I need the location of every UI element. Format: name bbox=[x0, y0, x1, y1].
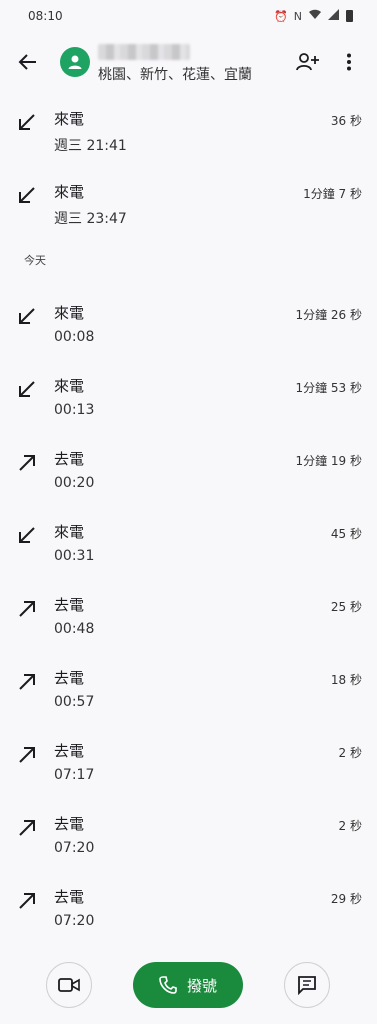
outgoing-call-icon bbox=[16, 744, 38, 766]
call-duration: 1分鐘 26 秒 bbox=[295, 308, 362, 322]
bottom-action-bar: 撥號 bbox=[0, 962, 377, 1008]
call-duration: 1分鐘 19 秒 bbox=[295, 454, 362, 468]
call-duration: 1分鐘 7 秒 bbox=[303, 187, 362, 201]
call-duration: 18 秒 bbox=[330, 673, 362, 687]
app-bar: 桃園、新竹、花蓮、宜蘭 bbox=[0, 32, 377, 92]
call-type: 去電 bbox=[54, 450, 85, 468]
call-entry[interactable]: 去電 00:48 25 秒 bbox=[0, 578, 377, 651]
add-person-icon bbox=[296, 53, 319, 71]
signal-icon bbox=[328, 9, 340, 23]
nfc-icon: N bbox=[293, 9, 302, 23]
more-vert-icon bbox=[347, 53, 351, 71]
dial-label: 撥號 bbox=[186, 976, 217, 995]
call-time: 週三 21:41 bbox=[54, 138, 127, 154]
call-duration: 29 秒 bbox=[330, 892, 362, 906]
call-time: 00:13 bbox=[54, 402, 95, 418]
call-type: 去電 bbox=[54, 815, 85, 833]
call-entry[interactable]: 去電 00:57 18 秒 bbox=[0, 651, 377, 724]
status-time: 08:10 bbox=[28, 9, 63, 23]
call-duration: 2 秒 bbox=[338, 746, 362, 760]
video-call-button[interactable] bbox=[46, 962, 92, 1008]
dial-button[interactable]: 撥號 bbox=[133, 962, 243, 1008]
call-type: 來電 bbox=[54, 304, 85, 322]
call-time: 00:08 bbox=[54, 329, 95, 345]
call-entry[interactable]: 來電 00:31 45 秒 bbox=[0, 505, 377, 578]
section-header: 今天 bbox=[0, 238, 377, 286]
call-type: 來電 bbox=[54, 377, 85, 395]
incoming-call-icon bbox=[16, 525, 38, 547]
back-button[interactable] bbox=[2, 36, 54, 88]
call-duration: 1分鐘 53 秒 bbox=[295, 381, 362, 395]
contact-info: 桃園、新竹、花蓮、宜蘭 bbox=[98, 40, 252, 84]
call-duration: 2 秒 bbox=[338, 819, 362, 833]
call-entry[interactable]: 去電 07:20 2 秒 bbox=[0, 797, 377, 870]
call-time: 07:17 bbox=[54, 767, 95, 783]
call-time: 00:57 bbox=[54, 694, 95, 710]
call-type: 來電 bbox=[54, 523, 85, 541]
call-history-list: 來電 週三 21:41 36 秒來電 週三 23:47 1分鐘 7 秒今天 來電 00:08… bbox=[0, 92, 377, 952]
outgoing-call-icon bbox=[16, 671, 38, 693]
call-time: 00:20 bbox=[54, 475, 95, 491]
wifi-icon bbox=[308, 9, 322, 23]
call-type: 去電 bbox=[54, 596, 85, 614]
call-time: 00:48 bbox=[54, 621, 95, 637]
person-icon bbox=[68, 55, 82, 69]
call-time: 07:20 bbox=[54, 840, 95, 856]
outgoing-call-icon bbox=[16, 598, 38, 620]
more-options-button[interactable] bbox=[335, 48, 363, 76]
call-entry[interactable]: 來電 00:13 1分鐘 53 秒 bbox=[0, 359, 377, 432]
contact-location: 桃園、新竹、花蓮、宜蘭 bbox=[98, 67, 252, 83]
back-arrow-icon bbox=[18, 54, 36, 70]
call-duration: 45 秒 bbox=[330, 527, 362, 541]
outgoing-call-icon bbox=[16, 817, 38, 839]
call-type: 去電 bbox=[54, 742, 85, 760]
message-button[interactable] bbox=[284, 962, 330, 1008]
avatar[interactable] bbox=[60, 47, 90, 77]
contact-name-redacted bbox=[98, 44, 190, 60]
phone-icon bbox=[159, 976, 177, 994]
call-entry[interactable]: 去電 00:20 1分鐘 19 秒 bbox=[0, 432, 377, 505]
add-contact-button[interactable] bbox=[293, 48, 321, 76]
section-label: 今天 bbox=[24, 254, 46, 267]
status-bar: 08:10 ⏰ N bbox=[0, 0, 377, 32]
call-type: 去電 bbox=[54, 888, 85, 906]
outgoing-call-icon bbox=[16, 890, 38, 912]
call-type: 來電 bbox=[54, 110, 85, 128]
video-icon bbox=[58, 978, 80, 992]
call-time: 週三 23:47 bbox=[54, 211, 127, 227]
call-entry[interactable]: 來電週三 21:41 36 秒 bbox=[0, 92, 377, 165]
call-duration: 36 秒 bbox=[330, 114, 362, 128]
message-icon bbox=[298, 976, 316, 995]
call-time: 07:20 bbox=[54, 913, 95, 929]
call-time: 00:31 bbox=[54, 548, 95, 564]
battery-icon bbox=[346, 10, 353, 22]
incoming-call-icon bbox=[16, 112, 38, 134]
call-type: 去電 bbox=[54, 669, 85, 687]
status-icons: ⏰ N bbox=[274, 9, 353, 23]
call-entry[interactable]: 去電 07:20 29 秒 bbox=[0, 870, 377, 943]
call-entry[interactable]: 去電 07:17 2 秒 bbox=[0, 724, 377, 797]
alarm-icon: ⏰ bbox=[274, 9, 288, 23]
outgoing-call-icon bbox=[16, 452, 38, 474]
call-entry[interactable]: 來電 00:08 1分鐘 26 秒 bbox=[0, 286, 377, 359]
incoming-call-icon bbox=[16, 185, 38, 207]
incoming-call-icon bbox=[16, 379, 38, 401]
call-duration: 25 秒 bbox=[330, 600, 362, 614]
incoming-call-icon bbox=[16, 306, 38, 328]
call-type: 來電 bbox=[54, 183, 85, 201]
call-entry[interactable]: 來電週三 23:47 1分鐘 7 秒 bbox=[0, 165, 377, 238]
